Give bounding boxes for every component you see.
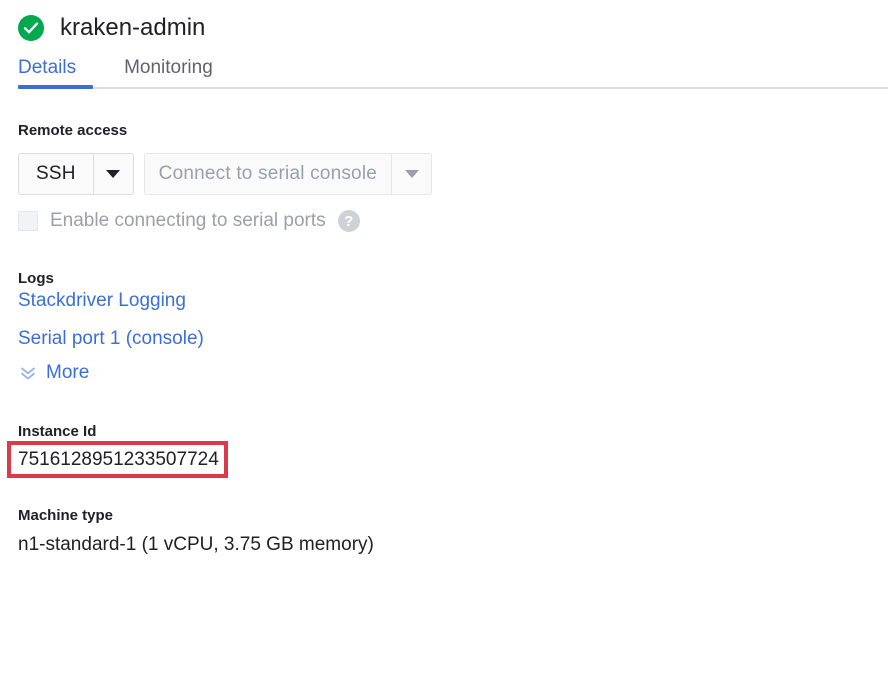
ssh-split-button[interactable]: SSH — [18, 153, 134, 195]
serial-console-split-button[interactable]: Connect to serial console — [143, 153, 433, 195]
caret-down-icon — [404, 170, 419, 178]
double-chevron-down-icon — [18, 363, 38, 383]
help-circle-icon[interactable]: ? — [337, 210, 360, 232]
remote-access-buttons: SSH Connect to serial console — [18, 153, 888, 195]
logs-link-stackdriver-logging[interactable]: Stackdriver Logging — [18, 289, 186, 313]
enable-serial-ports-checkbox[interactable] — [18, 211, 38, 231]
ssh-dropdown-button[interactable] — [93, 153, 134, 195]
instance-id-value-wrap: 7516128951233507724 — [7, 441, 228, 478]
tab-monitoring[interactable]: Monitoring — [124, 56, 213, 80]
caret-down-icon — [106, 170, 121, 178]
logs-link-stackdriver-row: Stackdriver Logging — [18, 289, 888, 313]
page-header: kraken-admin — [0, 0, 888, 41]
enable-serial-ports-label: Enable connecting to serial ports — [50, 210, 326, 231]
serial-console-dropdown-button[interactable] — [392, 153, 433, 195]
active-tab-indicator — [18, 85, 93, 89]
remote-access-heading: Remote access — [18, 122, 128, 139]
instance-id-section: Instance Id 7516128951233507724 — [0, 422, 888, 478]
logs-link-serial-port-row: Serial port 1 (console) — [18, 327, 888, 351]
machine-type-section: Machine type n1-standard-1 (1 vCPU, 3.75… — [0, 506, 888, 557]
logs-more-label[interactable]: More — [46, 361, 89, 385]
tab-bar: Details Monitoring — [0, 56, 888, 100]
tab-bar-divider — [18, 87, 888, 89]
logs-more-button[interactable]: More — [18, 361, 888, 385]
green-check-circle-icon — [18, 14, 44, 41]
logs-link-serial-port-1[interactable]: Serial port 1 (console) — [18, 327, 204, 351]
instance-id-value: 7516128951233507724 — [18, 449, 219, 470]
connect-serial-console-button[interactable]: Connect to serial console — [143, 153, 393, 195]
page-title: kraken-admin — [60, 13, 206, 41]
logs-section: Logs Stackdriver Logging Serial port 1 (… — [0, 269, 888, 385]
enable-serial-ports-row[interactable]: Enable connecting to serial ports ? — [18, 209, 888, 233]
machine-type-value: n1-standard-1 (1 vCPU, 3.75 GB memory) — [18, 534, 374, 555]
tab-details[interactable]: Details — [18, 56, 76, 80]
instance-id-heading: Instance Id — [18, 423, 97, 440]
remote-access-section: Remote access SSH Connect to serial cons… — [0, 121, 888, 233]
machine-type-heading: Machine type — [18, 507, 114, 524]
ssh-button[interactable]: SSH — [18, 153, 94, 195]
logs-heading: Logs — [18, 270, 54, 287]
